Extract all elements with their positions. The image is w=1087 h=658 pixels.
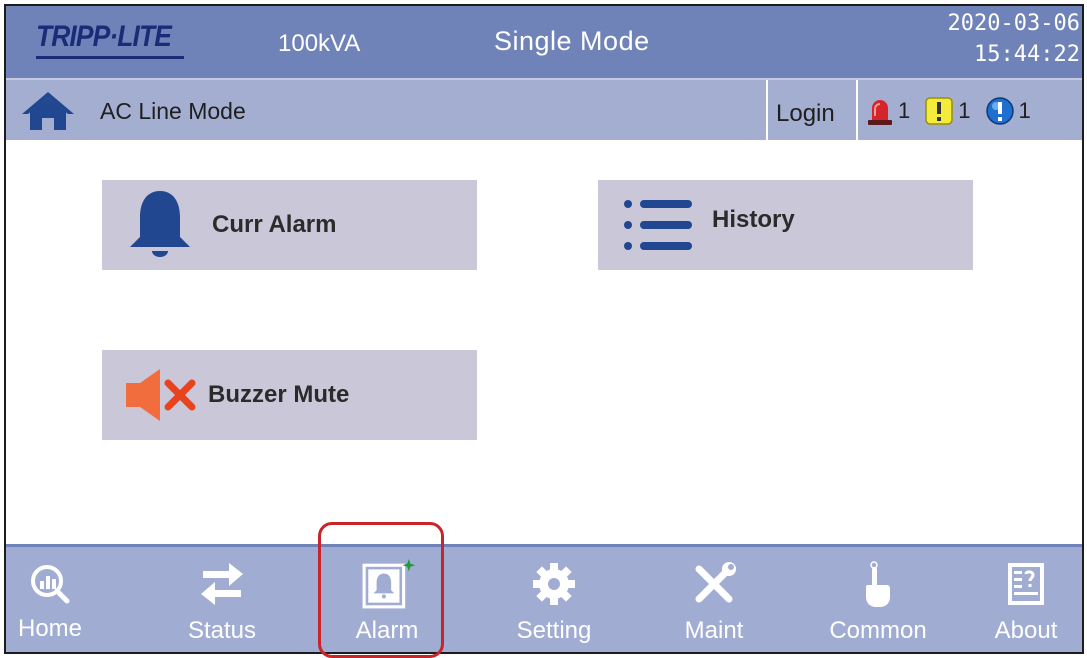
nav-home-label: Home [17, 615, 83, 642]
nav-status-label: Status [187, 617, 257, 644]
nav-setting[interactable]: Setting [494, 547, 614, 652]
date-time: 2020-03-06 15:44:22 [930, 8, 1080, 70]
curr-alarm-label: Curr Alarm [212, 211, 337, 238]
critical-count: 1 [898, 98, 911, 123]
house-icon[interactable] [20, 90, 76, 130]
history-button[interactable]: History [598, 180, 973, 270]
exclamation-info-icon [985, 97, 1014, 125]
nav-common[interactable]: Common [818, 547, 938, 652]
warning-alarm-count[interactable]: 1 [924, 96, 971, 126]
nav-maint[interactable]: Maint [654, 547, 774, 652]
alarm-counters[interactable]: 1 1 1 [866, 94, 1045, 128]
exclamation-warning-icon [925, 97, 953, 125]
gear-icon [533, 563, 575, 605]
login-button[interactable]: Login [776, 100, 835, 128]
nav-alarm[interactable]: Alarm [327, 547, 447, 652]
home-analytics-icon [31, 565, 70, 604]
logo-text: TRIPP·LITE [36, 20, 172, 53]
operating-mode: Single Mode [494, 26, 650, 56]
swap-arrows-icon [201, 563, 243, 605]
buzzer-mute-button[interactable]: Buzzer Mute [102, 350, 477, 440]
nav-setting-label: Setting [516, 617, 592, 644]
nav-home[interactable]: Home [6, 547, 110, 652]
bell-icon [130, 191, 190, 257]
nav-about-label: About [994, 617, 1058, 644]
status-bar: AC Line Mode Login 1 1 1 [6, 78, 1082, 140]
warning-count: 1 [958, 98, 971, 123]
divider [766, 80, 768, 140]
hand-pointer-icon [866, 561, 890, 607]
line-mode-text: AC Line Mode [100, 98, 246, 124]
history-label: History [712, 206, 795, 233]
time-text: 15:44:22 [974, 42, 1080, 67]
info-count: 1 [1018, 98, 1031, 123]
nav-alarm-label: Alarm [355, 617, 419, 644]
nav-maint-label: Maint [684, 617, 744, 644]
date-text: 2020-03-06 [947, 11, 1080, 36]
siren-icon [868, 100, 892, 125]
divider [856, 80, 858, 140]
nav-common-label: Common [829, 617, 927, 644]
tools-icon [695, 562, 736, 603]
curr-alarm-button[interactable]: Curr Alarm [102, 180, 477, 270]
top-header: TRIPP·LITE 100kVA Single Mode 2020-03-06… [6, 6, 1082, 78]
alarm-menu: Curr Alarm History Buzzer Mute [6, 140, 1082, 544]
critical-alarm-count[interactable]: 1 [866, 96, 910, 126]
list-icon [624, 200, 692, 250]
buzzer-mute-label: Buzzer Mute [208, 381, 350, 408]
bottom-nav: Home Status Alarm Setting Maint Common A… [6, 544, 1082, 652]
speaker-mute-icon [126, 369, 196, 421]
logo-underline [36, 56, 184, 59]
ups-touch-panel: TRIPP·LITE 100kVA Single Mode 2020-03-06… [4, 4, 1084, 654]
nav-status[interactable]: Status [162, 547, 282, 652]
info-alarm-count[interactable]: 1 [985, 96, 1031, 126]
nav-about[interactable]: About [966, 547, 1082, 652]
capacity-label: 100kVA [278, 30, 361, 57]
tripp-lite-logo: TRIPP·LITE [36, 20, 189, 60]
alarm-bell-icon [362, 559, 415, 609]
about-document-icon [1008, 563, 1044, 605]
